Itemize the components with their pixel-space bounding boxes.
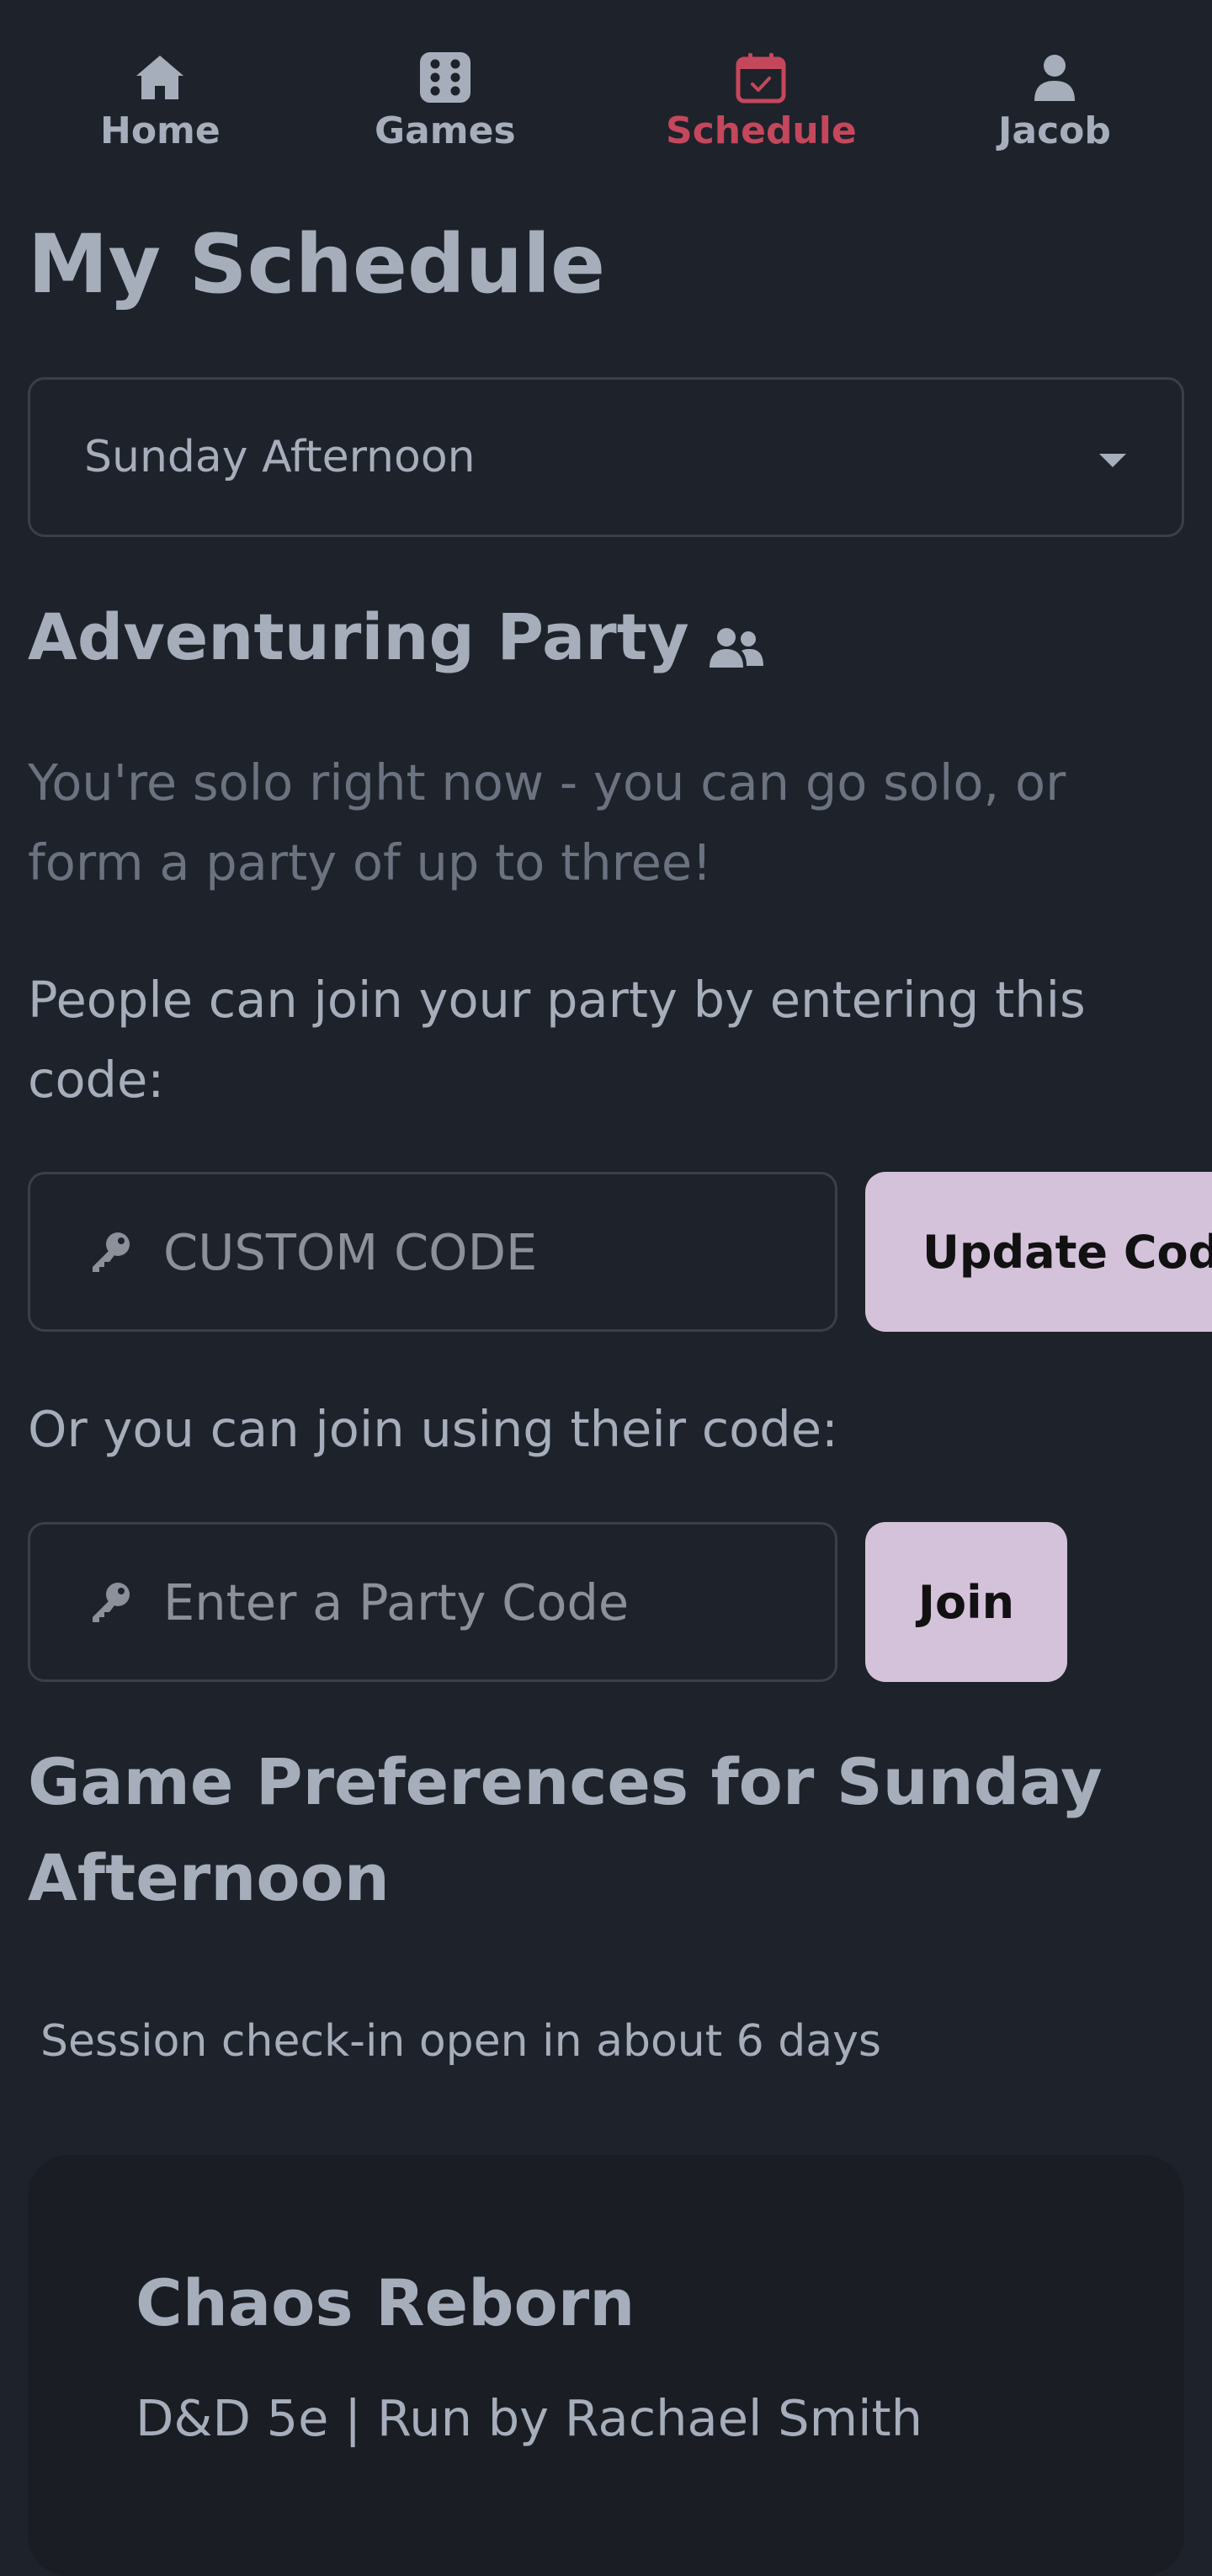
custom-code-field[interactable] bbox=[28, 1172, 837, 1332]
session-select-value: Sunday Afternoon bbox=[84, 432, 476, 482]
party-code-input[interactable] bbox=[163, 1573, 803, 1631]
party-code-field[interactable] bbox=[28, 1522, 837, 1682]
nav-label-profile: Jacob bbox=[998, 109, 1111, 152]
nav-label-schedule: Schedule bbox=[666, 109, 857, 152]
game-card[interactable]: Chaos Reborn D&D 5e | Run by Rachael Smi… bbox=[28, 2155, 1184, 2576]
checkin-status-text: Session check-in open in about 6 days bbox=[40, 2016, 882, 2067]
party-heading: Adventuring Party bbox=[28, 589, 765, 685]
join-alt-text: Or you can join using their code: bbox=[28, 1400, 838, 1458]
game-meta: D&D 5e | Run by Rachael Smith bbox=[136, 2389, 922, 2447]
session-select[interactable]: Sunday Afternoon bbox=[28, 377, 1184, 537]
solo-status-text: You're solo right now - you can go solo,… bbox=[28, 753, 1066, 891]
party-heading-text: Adventuring Party bbox=[28, 599, 689, 674]
preferences-heading: Game Preferences for Sunday Afternoon bbox=[28, 1744, 1103, 1915]
page-title: My Schedule bbox=[28, 217, 606, 311]
join-info-text: People can join your party by entering t… bbox=[28, 971, 1086, 1109]
nav-item-profile[interactable]: Jacob bbox=[998, 51, 1111, 150]
nav-item-home[interactable]: Home bbox=[100, 51, 221, 150]
top-nav: Home Games Schedule Jacob bbox=[0, 0, 1212, 168]
calendar-check-icon bbox=[736, 53, 786, 104]
nav-label-home: Home bbox=[100, 109, 221, 152]
nav-label-games: Games bbox=[375, 109, 516, 152]
caret-down-icon bbox=[1099, 454, 1126, 467]
dice-icon bbox=[419, 52, 470, 103]
update-code-button[interactable]: Update Code bbox=[865, 1172, 1212, 1332]
nav-item-schedule[interactable]: Schedule bbox=[666, 51, 857, 150]
user-group-icon bbox=[709, 628, 763, 668]
game-title: Chaos Reborn bbox=[136, 2265, 635, 2340]
custom-code-input[interactable] bbox=[163, 1222, 803, 1281]
nav-item-games[interactable]: Games bbox=[375, 51, 516, 150]
user-icon bbox=[1034, 55, 1075, 101]
home-icon bbox=[136, 56, 184, 99]
key-icon bbox=[93, 1232, 130, 1272]
join-button[interactable]: Join bbox=[865, 1522, 1067, 1682]
key-icon bbox=[93, 1583, 130, 1622]
